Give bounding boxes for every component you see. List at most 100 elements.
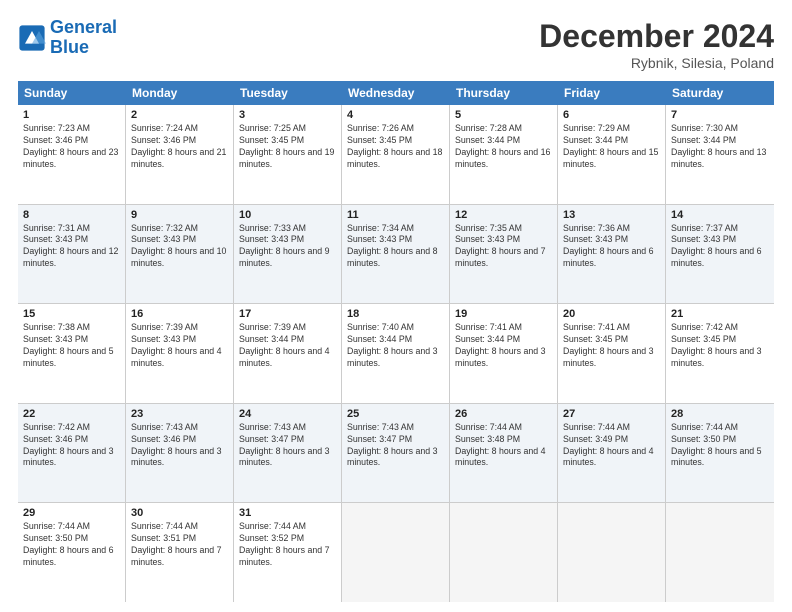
calendar-cell-2-2: 10Sunrise: 7:33 AMSunset: 3:43 PMDayligh… <box>234 205 342 304</box>
day-number: 20 <box>563 308 660 320</box>
calendar-cell-3-5: 20 Sunrise: 7:41 AMSunset: 3:45 PMDayligh… <box>558 304 666 403</box>
calendar-cell-2-0: 8Sunrise: 7:31 AMSunset: 3:43 PMDaylight… <box>18 205 126 304</box>
cell-info: Sunrise: 7:43 AMSunset: 3:46 PMDaylight:… <box>131 422 228 470</box>
cell-info: Sunrise: 7:41 AMSunset: 3:45 PMDaylight:… <box>563 322 660 370</box>
day-number: 14 <box>671 209 769 221</box>
day-number: 27 <box>563 408 660 420</box>
title-block: December 2024 Rybnik, Silesia, Poland <box>539 18 774 71</box>
day-number: 6 <box>563 109 660 121</box>
cell-info: Sunrise: 7:30 AMSunset: 3:44 PMDaylight:… <box>671 123 769 171</box>
calendar-cell-1-1: 2 Sunrise: 7:24 AMSunset: 3:46 PMDaylight… <box>126 105 234 204</box>
cell-info: Sunrise: 7:23 AMSunset: 3:46 PMDaylight:… <box>23 123 120 171</box>
cell-info: Sunrise: 7:43 AMSunset: 3:47 PMDaylight:… <box>239 422 336 470</box>
cell-info: Sunrise: 7:38 AMSunset: 3:43 PMDaylight:… <box>23 322 120 370</box>
cell-info: Sunrise: 7:44 AMSunset: 3:50 PMDaylight:… <box>23 521 120 569</box>
month-title: December 2024 <box>539 18 774 55</box>
calendar-cell-4-2: 24 Sunrise: 7:43 AMSunset: 3:47 PMDayligh… <box>234 404 342 503</box>
calendar-cell-3-6: 21 Sunrise: 7:42 AMSunset: 3:45 PMDayligh… <box>666 304 774 403</box>
cell-info: Sunrise: 7:35 AMSunset: 3:43 PMDaylight:… <box>455 223 552 271</box>
calendar-cell-2-6: 14 Sunrise: 7:37 AMSunset: 3:43 PMDayligh… <box>666 205 774 304</box>
cell-info: Sunrise: 7:29 AMSunset: 3:44 PMDaylight:… <box>563 123 660 171</box>
cell-info: Sunrise: 7:42 AMSunset: 3:45 PMDaylight:… <box>671 322 769 370</box>
day-number: 10 <box>239 209 336 221</box>
logo: General Blue <box>18 18 117 58</box>
calendar-cell-3-2: 17 Sunrise: 7:39 AMSunset: 3:44 PMDayligh… <box>234 304 342 403</box>
cell-info: Sunrise: 7:26 AMSunset: 3:45 PMDaylight:… <box>347 123 444 171</box>
day-number: 18 <box>347 308 444 320</box>
calendar-cell-5-1: 30Sunrise: 7:44 AMSunset: 3:51 PMDayligh… <box>126 503 234 602</box>
calendar-cell-1-3: 4 Sunrise: 7:26 AMSunset: 3:45 PMDaylight… <box>342 105 450 204</box>
page: General Blue December 2024 Rybnik, Siles… <box>0 0 792 612</box>
header-tuesday: Tuesday <box>234 81 342 105</box>
calendar-cell-5-5 <box>558 503 666 602</box>
calendar-cell-4-5: 27Sunrise: 7:44 AMSunset: 3:49 PMDayligh… <box>558 404 666 503</box>
cell-info: Sunrise: 7:32 AMSunset: 3:43 PMDaylight:… <box>131 223 228 271</box>
day-number: 25 <box>347 408 444 420</box>
cell-info: Sunrise: 7:39 AMSunset: 3:44 PMDaylight:… <box>239 322 336 370</box>
header: General Blue December 2024 Rybnik, Siles… <box>18 18 774 71</box>
day-number: 17 <box>239 308 336 320</box>
day-number: 30 <box>131 507 228 519</box>
calendar-cell-5-4 <box>450 503 558 602</box>
header-sunday: Sunday <box>18 81 126 105</box>
day-number: 13 <box>563 209 660 221</box>
cell-info: Sunrise: 7:44 AMSunset: 3:48 PMDaylight:… <box>455 422 552 470</box>
calendar-cell-5-3 <box>342 503 450 602</box>
calendar-cell-3-3: 18 Sunrise: 7:40 AMSunset: 3:44 PMDayligh… <box>342 304 450 403</box>
calendar-cell-5-0: 29 Sunrise: 7:44 AMSunset: 3:50 PMDayligh… <box>18 503 126 602</box>
day-number: 4 <box>347 109 444 121</box>
calendar-body: 1Sunrise: 7:23 AMSunset: 3:46 PMDaylight… <box>18 105 774 602</box>
calendar-cell-5-6 <box>666 503 774 602</box>
day-number: 24 <box>239 408 336 420</box>
cell-info: Sunrise: 7:41 AMSunset: 3:44 PMDaylight:… <box>455 322 552 370</box>
day-number: 5 <box>455 109 552 121</box>
cell-info: Sunrise: 7:42 AMSunset: 3:46 PMDaylight:… <box>23 422 120 470</box>
day-number: 31 <box>239 507 336 519</box>
day-number: 2 <box>131 109 228 121</box>
cell-info: Sunrise: 7:37 AMSunset: 3:43 PMDaylight:… <box>671 223 769 271</box>
logo-line2: Blue <box>50 37 89 57</box>
day-number: 12 <box>455 209 552 221</box>
calendar-cell-2-1: 9 Sunrise: 7:32 AMSunset: 3:43 PMDaylight… <box>126 205 234 304</box>
calendar-cell-1-5: 6 Sunrise: 7:29 AMSunset: 3:44 PMDaylight… <box>558 105 666 204</box>
day-number: 28 <box>671 408 769 420</box>
calendar-cell-4-0: 22Sunrise: 7:42 AMSunset: 3:46 PMDayligh… <box>18 404 126 503</box>
header-saturday: Saturday <box>666 81 774 105</box>
calendar-week-2: 8Sunrise: 7:31 AMSunset: 3:43 PMDaylight… <box>18 205 774 305</box>
calendar-cell-5-2: 31 Sunrise: 7:44 AMSunset: 3:52 PMDayligh… <box>234 503 342 602</box>
cell-info: Sunrise: 7:25 AMSunset: 3:45 PMDaylight:… <box>239 123 336 171</box>
day-number: 29 <box>23 507 120 519</box>
day-number: 9 <box>131 209 228 221</box>
calendar-cell-2-5: 13 Sunrise: 7:36 AMSunset: 3:43 PMDayligh… <box>558 205 666 304</box>
calendar-cell-1-6: 7Sunrise: 7:30 AMSunset: 3:44 PMDaylight… <box>666 105 774 204</box>
cell-info: Sunrise: 7:44 AMSunset: 3:52 PMDaylight:… <box>239 521 336 569</box>
day-number: 26 <box>455 408 552 420</box>
cell-info: Sunrise: 7:39 AMSunset: 3:43 PMDaylight:… <box>131 322 228 370</box>
calendar-cell-1-0: 1Sunrise: 7:23 AMSunset: 3:46 PMDaylight… <box>18 105 126 204</box>
cell-info: Sunrise: 7:36 AMSunset: 3:43 PMDaylight:… <box>563 223 660 271</box>
calendar-cell-3-4: 19 Sunrise: 7:41 AMSunset: 3:44 PMDayligh… <box>450 304 558 403</box>
calendar-week-1: 1Sunrise: 7:23 AMSunset: 3:46 PMDaylight… <box>18 105 774 205</box>
calendar-week-4: 22Sunrise: 7:42 AMSunset: 3:46 PMDayligh… <box>18 404 774 504</box>
calendar-header: Sunday Monday Tuesday Wednesday Thursday… <box>18 81 774 105</box>
day-number: 21 <box>671 308 769 320</box>
header-friday: Friday <box>558 81 666 105</box>
day-number: 23 <box>131 408 228 420</box>
calendar-cell-2-3: 11Sunrise: 7:34 AMSunset: 3:43 PMDayligh… <box>342 205 450 304</box>
cell-info: Sunrise: 7:40 AMSunset: 3:44 PMDaylight:… <box>347 322 444 370</box>
calendar-week-5: 29 Sunrise: 7:44 AMSunset: 3:50 PMDayligh… <box>18 503 774 602</box>
calendar-cell-2-4: 12 Sunrise: 7:35 AMSunset: 3:43 PMDayligh… <box>450 205 558 304</box>
calendar-cell-4-3: 25Sunrise: 7:43 AMSunset: 3:47 PMDayligh… <box>342 404 450 503</box>
calendar-week-3: 15 Sunrise: 7:38 AMSunset: 3:43 PMDayligh… <box>18 304 774 404</box>
location: Rybnik, Silesia, Poland <box>539 55 774 71</box>
day-number: 8 <box>23 209 120 221</box>
cell-info: Sunrise: 7:24 AMSunset: 3:46 PMDaylight:… <box>131 123 228 171</box>
day-number: 16 <box>131 308 228 320</box>
day-number: 19 <box>455 308 552 320</box>
logo-icon <box>18 24 46 52</box>
cell-info: Sunrise: 7:28 AMSunset: 3:44 PMDaylight:… <box>455 123 552 171</box>
calendar-cell-4-1: 23 Sunrise: 7:43 AMSunset: 3:46 PMDayligh… <box>126 404 234 503</box>
calendar-cell-1-4: 5 Sunrise: 7:28 AMSunset: 3:44 PMDaylight… <box>450 105 558 204</box>
day-number: 15 <box>23 308 120 320</box>
calendar-cell-3-0: 15 Sunrise: 7:38 AMSunset: 3:43 PMDayligh… <box>18 304 126 403</box>
